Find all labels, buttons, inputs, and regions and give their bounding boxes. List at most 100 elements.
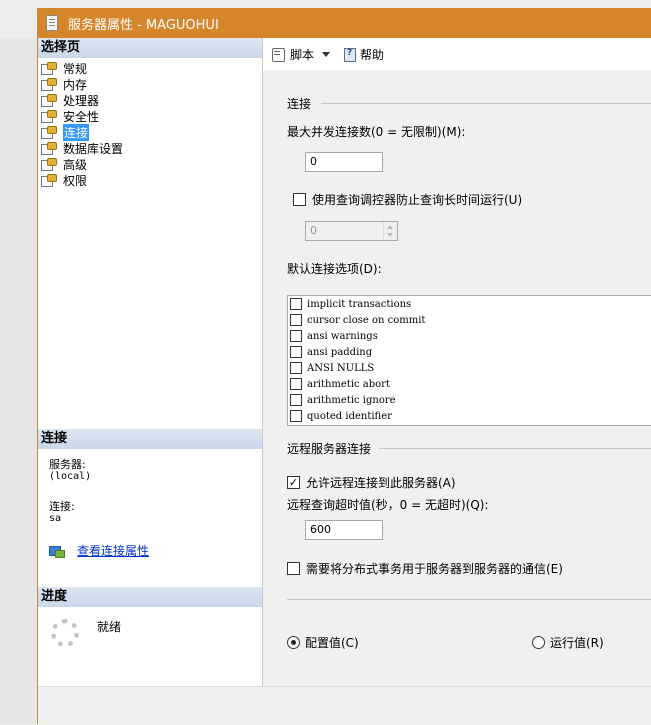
toolbar: 脚本 帮助 — [263, 38, 651, 70]
option-label: quoted identifier — [307, 410, 392, 422]
page-item-label: 高级 — [63, 157, 88, 172]
page-item-database-settings[interactable]: 数据库设置 — [41, 140, 123, 156]
connection-header: 连接 — [38, 429, 262, 449]
default-options-label: 默认连接选项(D): — [287, 262, 382, 276]
query-governor-option[interactable]: 使用查询调控器防止查询长时间运行(U) — [293, 191, 522, 208]
page-item-label: 连接 — [63, 123, 90, 141]
running-value-label: 运行值(R) — [550, 636, 604, 650]
option-arithmetic-ignore[interactable]: arithmetic ignore — [288, 392, 651, 408]
query-governor-label: 使用查询调控器防止查询长时间运行(U) — [312, 193, 523, 207]
page-settings-icon — [41, 158, 57, 171]
spin-down-icon — [387, 233, 393, 237]
remote-group-title: 远程服务器连接 — [287, 442, 372, 456]
option-quoted-identifier[interactable]: quoted identifier — [288, 408, 651, 424]
connection-value: sa — [49, 513, 62, 524]
option-ansi-padding[interactable]: ansi padding — [288, 344, 651, 360]
max-connections-stepper[interactable]: 0 — [305, 152, 383, 172]
default-connection-options-list[interactable]: implicit transactions cursor close on co… — [287, 295, 651, 426]
server-info: 服务器: (local) — [49, 459, 91, 483]
page-item-permissions[interactable]: 权限 — [41, 172, 123, 188]
page-item-memory[interactable]: 内存 — [41, 76, 123, 92]
script-icon — [271, 47, 287, 62]
option-checkbox[interactable] — [290, 378, 302, 390]
connection-properties-icon — [49, 544, 65, 558]
progress-status: 就绪 — [97, 620, 122, 634]
remote-timeout-stepper[interactable]: 600 — [305, 520, 383, 540]
left-pane: 选择页 常规 内存 处理器 安全性 连接 数据库设置 高级 权限 连接 服务器:… — [38, 38, 263, 686]
option-label: cursor close on commit — [307, 314, 426, 326]
allow-remote-checkbox[interactable]: ✓ — [287, 476, 300, 489]
connection-info: 连接: sa — [49, 501, 75, 525]
option-ansi-nulls[interactable]: ANSI NULLS — [288, 360, 651, 376]
option-checkbox[interactable] — [290, 362, 302, 374]
query-governor-stepper: 0 — [305, 221, 398, 241]
page-item-label: 数据库设置 — [63, 141, 124, 156]
connections-group-title: 连接 — [287, 97, 312, 111]
option-cursor-close-on-commit[interactable]: cursor close on commit — [288, 312, 651, 328]
select-page-header: 选择页 — [38, 38, 262, 58]
help-label: 帮助 — [360, 47, 385, 62]
option-label: arithmetic abort — [307, 378, 390, 390]
page-item-label: 内存 — [63, 77, 88, 92]
page-item-security[interactable]: 安全性 — [41, 108, 123, 124]
window-icon — [46, 15, 58, 31]
page-item-processors[interactable]: 处理器 — [41, 92, 123, 108]
view-connection-properties-link[interactable]: 查看连接属性 — [77, 542, 149, 559]
connection-label: 连接: — [49, 500, 75, 513]
page-item-connections[interactable]: 连接 — [41, 123, 123, 141]
configured-value-label: 配置值(C) — [305, 636, 359, 650]
page-list: 常规 内存 处理器 安全性 连接 数据库设置 高级 权限 — [41, 60, 123, 188]
page-item-general[interactable]: 常规 — [41, 60, 123, 76]
option-label: ansi padding — [307, 346, 373, 358]
page-item-label: 安全性 — [63, 109, 100, 124]
configured-value-option[interactable]: 配置值(C) — [287, 634, 359, 651]
page-settings-icon — [41, 78, 57, 91]
title-bar[interactable]: 服务器属性 - MAGUOHUI — [38, 8, 651, 38]
option-label: implicit transactions — [307, 298, 412, 310]
option-ansi-warnings[interactable]: ansi warnings — [288, 328, 651, 344]
progress-spinner-icon — [51, 619, 79, 647]
spin-buttons — [383, 222, 397, 240]
group-divider — [321, 103, 651, 104]
help-button[interactable]: 帮助 — [342, 46, 384, 63]
allow-remote-label: 允许远程连接到此服务器(A) — [306, 476, 456, 490]
max-connections-label: 最大并发连接数(0 = 无限制)(M): — [287, 125, 466, 139]
distributed-tx-checkbox[interactable] — [287, 562, 300, 575]
page-settings-icon — [41, 94, 57, 107]
option-checkbox[interactable] — [290, 330, 302, 342]
group-divider — [379, 448, 651, 449]
script-button[interactable]: 脚本 — [271, 46, 331, 63]
distributed-tx-option[interactable]: 需要将分布式事务用于服务器到服务器的通信(E) — [287, 560, 563, 577]
server-label: 服务器: — [49, 458, 86, 471]
running-value-radio[interactable] — [532, 636, 545, 649]
option-label: arithmetic ignore — [307, 394, 396, 406]
right-pane: 脚本 帮助 连接 最大并发连接数(0 = 无限制)(M): 0 使用查询调控器防… — [263, 38, 651, 686]
distributed-tx-label: 需要将分布式事务用于服务器到服务器的通信(E) — [306, 562, 563, 576]
server-value: (local) — [49, 471, 92, 482]
option-checkbox[interactable] — [290, 298, 302, 310]
progress-header: 进度 — [38, 587, 262, 607]
running-value-option[interactable]: 运行值(R) — [532, 634, 604, 651]
page-item-label: 常规 — [63, 61, 88, 76]
page-settings-icon — [41, 142, 57, 155]
view-connection-properties[interactable]: 查看连接属性 — [49, 542, 149, 559]
page-settings-icon — [41, 126, 57, 139]
option-checkbox[interactable] — [290, 410, 302, 422]
option-implicit-transactions[interactable]: implicit transactions — [288, 296, 651, 312]
remote-timeout-value: 600 — [310, 523, 331, 536]
page-item-label: 权限 — [63, 173, 88, 188]
desktop-background — [0, 38, 37, 724]
page-item-advanced[interactable]: 高级 — [41, 156, 123, 172]
group-divider — [287, 599, 651, 600]
option-checkbox[interactable] — [290, 346, 302, 358]
help-icon — [342, 47, 357, 62]
query-governor-value: 0 — [310, 224, 317, 237]
option-arithmetic-abort[interactable]: arithmetic abort — [288, 376, 651, 392]
configured-value-radio[interactable] — [287, 636, 300, 649]
chevron-down-icon[interactable] — [322, 51, 331, 57]
remote-timeout-label: 远程查询超时值(秒，0 = 无超时)(Q): — [287, 498, 489, 512]
option-checkbox[interactable] — [290, 394, 302, 406]
allow-remote-option[interactable]: ✓ 允许远程连接到此服务器(A) — [287, 474, 456, 491]
query-governor-checkbox[interactable] — [293, 193, 306, 206]
option-checkbox[interactable] — [290, 314, 302, 326]
